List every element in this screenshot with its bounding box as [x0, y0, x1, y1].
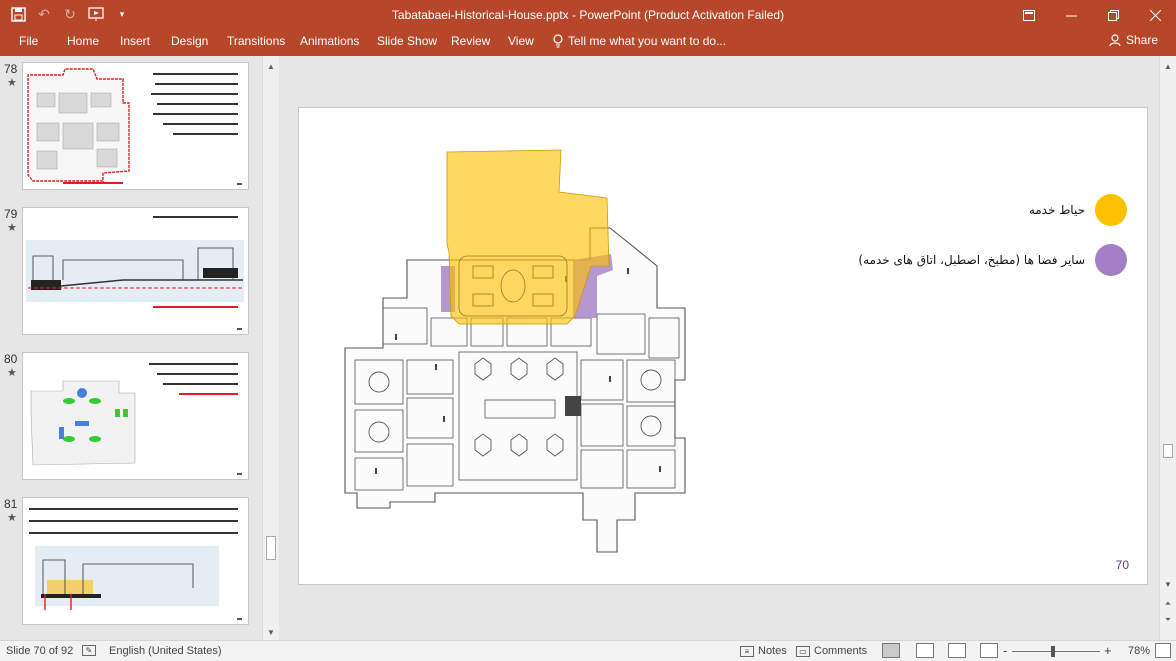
zoom-slider[interactable] — [1012, 651, 1100, 652]
thumbnail-slide-80[interactable]: 80 ★ — [0, 346, 262, 480]
lightbulb-icon — [553, 34, 563, 48]
tell-me-text: Tell me what you want to do... — [568, 34, 727, 48]
start-from-beginning-icon[interactable] — [86, 4, 106, 24]
thumbnail-number: 79 — [4, 207, 18, 221]
thumbnail-number: 80 — [4, 352, 18, 366]
tab-home[interactable]: Home — [65, 34, 101, 48]
animation-star-icon: ★ — [7, 512, 17, 524]
slide-sorter-view-button[interactable] — [916, 643, 934, 658]
minimize-icon[interactable] — [1050, 0, 1092, 30]
close-icon[interactable] — [1134, 0, 1176, 30]
ribbon-tabs: File Home Insert Design Transitions Anim… — [0, 30, 1176, 56]
spell-check-icon[interactable]: ✎ — [82, 645, 96, 656]
floor-plan-image — [344, 149, 686, 553]
scroll-down-arrow-icon[interactable]: ▼ — [263, 624, 279, 640]
thumbnail-preview — [22, 207, 249, 335]
person-icon — [1109, 33, 1121, 46]
thumbnail-preview — [22, 62, 249, 190]
tab-animations[interactable]: Animations — [298, 34, 361, 48]
window-controls — [1008, 0, 1176, 30]
animation-star-icon: ★ — [7, 77, 17, 89]
notes-icon: ≡ — [740, 645, 754, 657]
tell-me-box[interactable]: Tell me what you want to do... — [553, 34, 726, 48]
status-bar: Slide 70 of 92 ✎ English (United States)… — [0, 640, 1176, 661]
title-bar: ↶ ↻ ▾ Tabatabaei-Historical-House.pptx -… — [0, 0, 1176, 30]
legend-item-service-yard: حیاط خدمه — [1029, 194, 1127, 226]
scroll-down-arrow-icon[interactable]: ▼ — [1160, 576, 1176, 592]
comments-button[interactable]: ▭ Comments — [796, 645, 867, 657]
thumbnail-scrollbar[interactable]: ▲ ▼ — [262, 56, 279, 640]
share-button[interactable]: Share — [1109, 33, 1158, 47]
ribbon-display-options-icon[interactable] — [1008, 0, 1050, 30]
thumbnail-slide-79[interactable]: 79 ★ — [0, 201, 262, 335]
tab-design[interactable]: Design — [169, 34, 210, 48]
scroll-up-arrow-icon[interactable]: ▲ — [1160, 58, 1176, 74]
next-slide-icon[interactable]: ⏷ — [1160, 612, 1176, 628]
animation-star-icon: ★ — [7, 367, 17, 379]
purple-circle-icon — [1095, 244, 1127, 276]
restore-icon[interactable] — [1092, 0, 1134, 30]
thumbnail-slide-78[interactable]: 78 ★ — [0, 56, 262, 190]
thumbnail-preview — [22, 497, 249, 625]
scrollbar-thumb[interactable] — [1163, 444, 1173, 458]
zoom-out-button[interactable]: - — [1003, 643, 1007, 658]
reading-view-button[interactable] — [948, 643, 966, 658]
notes-label: Notes — [758, 645, 787, 657]
slide-scrollbar[interactable]: ▲ ▼ ⏶ ⏷ — [1159, 56, 1176, 640]
slide-canvas[interactable]: حیاط خدمه سایر فضا ها (مطبخ، اصطبل، اتاق… — [298, 107, 1148, 585]
share-label: Share — [1125, 33, 1158, 47]
save-icon[interactable] — [8, 4, 28, 24]
slide-show-view-button[interactable] — [980, 643, 998, 658]
customize-icon[interactable]: ▾ — [112, 4, 132, 24]
slide-thumbnail-panel[interactable]: 78 ★ 79 ★ 80 ★ 81 ★ — [0, 56, 262, 640]
slide-counter[interactable]: Slide 70 of 92 — [6, 645, 73, 657]
quick-access-toolbar: ↶ ↻ ▾ — [8, 4, 132, 24]
thumbnail-number: 81 — [4, 497, 18, 511]
legend-label-service-spaces: سایر فضا ها (مطبخ، اصطبل، اتاق های خدمه) — [858, 253, 1085, 267]
tab-transitions[interactable]: Transitions — [225, 34, 287, 48]
workspace: 78 ★ 79 ★ 80 ★ 81 ★ ▲ ▼ حیاط خدمه سایر ف… — [0, 56, 1176, 640]
legend-label-service-yard: حیاط خدمه — [1028, 203, 1085, 217]
zoom-slider-handle[interactable] — [1051, 646, 1055, 657]
zoom-level[interactable]: 78% — [1128, 645, 1150, 657]
comments-label: Comments — [814, 645, 868, 657]
tab-view[interactable]: View — [506, 34, 536, 48]
normal-view-button[interactable] — [882, 643, 900, 658]
tab-insert[interactable]: Insert — [118, 34, 152, 48]
yellow-circle-icon — [1095, 194, 1127, 226]
thumbnail-preview — [22, 352, 249, 480]
tab-file[interactable]: File — [17, 34, 40, 48]
scroll-up-arrow-icon[interactable]: ▲ — [263, 58, 279, 74]
animation-star-icon: ★ — [7, 222, 17, 234]
scrollbar-thumb[interactable] — [266, 536, 276, 560]
thumbnail-slide-81[interactable]: 81 ★ — [0, 491, 262, 625]
previous-slide-icon[interactable]: ⏶ — [1160, 596, 1176, 612]
zoom-in-button[interactable]: + — [1104, 643, 1112, 658]
tab-slide-show[interactable]: Slide Show — [375, 34, 439, 48]
redo-icon[interactable]: ↻ — [60, 4, 80, 24]
thumbnail-number: 78 — [4, 62, 18, 76]
comment-icon: ▭ — [796, 645, 810, 657]
tab-review[interactable]: Review — [449, 34, 492, 48]
undo-icon[interactable]: ↶ — [34, 4, 54, 24]
legend-item-service-spaces: سایر فضا ها (مطبخ، اصطبل، اتاق های خدمه) — [858, 244, 1127, 276]
slide-number: 70 — [1115, 558, 1129, 572]
document-title: Tabatabaei-Historical-House.pptx - Power… — [391, 8, 785, 22]
fit-slide-to-window-button[interactable] — [1155, 643, 1171, 658]
notes-button[interactable]: ≡ Notes — [740, 645, 787, 657]
language-indicator[interactable]: English (United States) — [109, 645, 222, 657]
